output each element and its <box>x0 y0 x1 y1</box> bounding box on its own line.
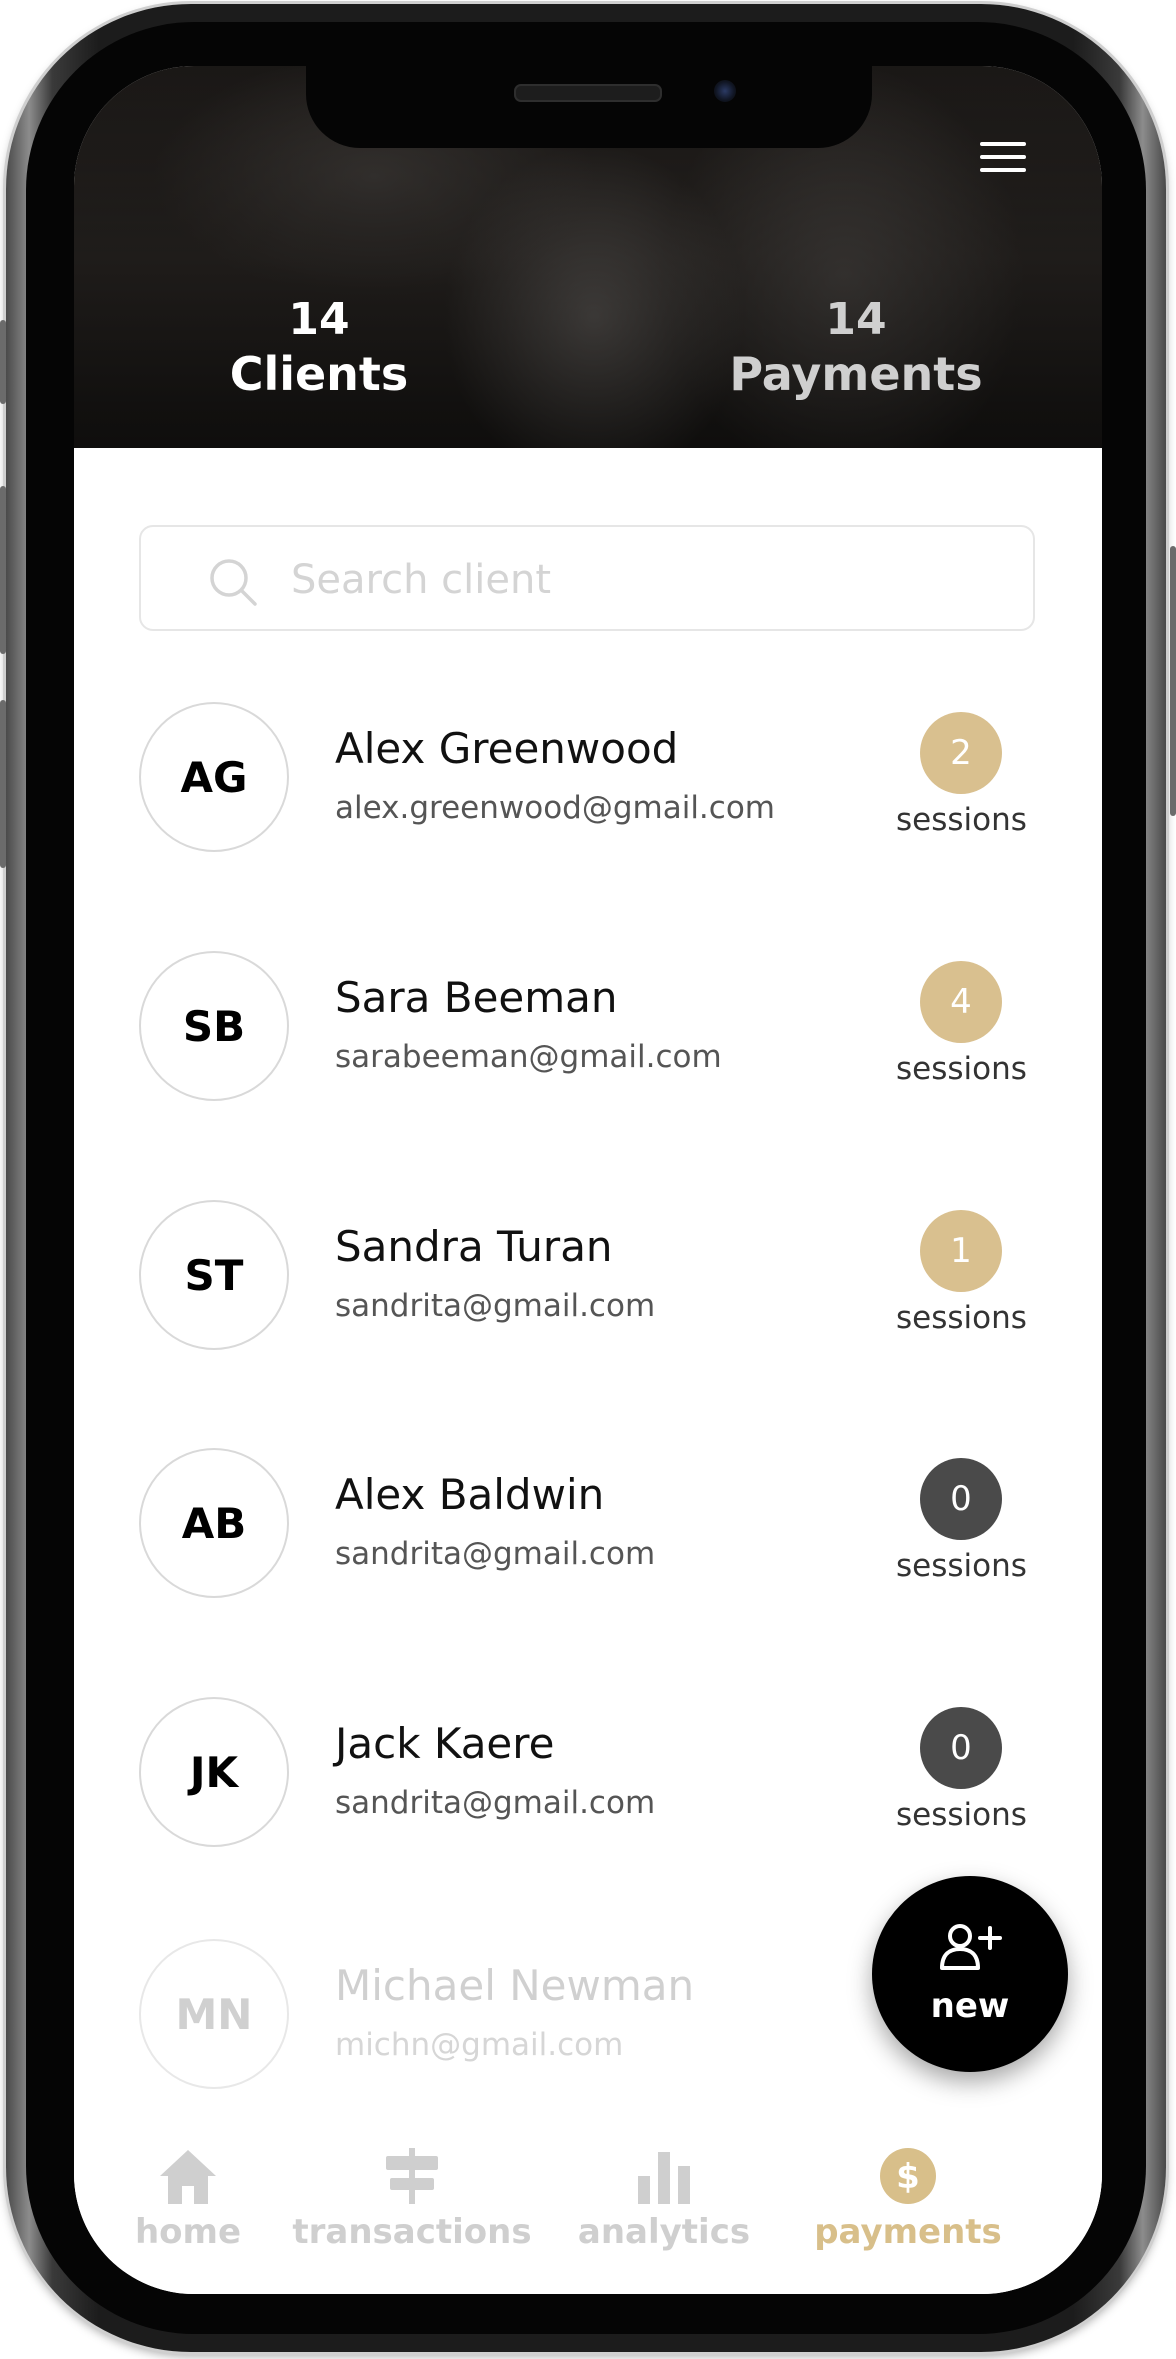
client-row[interactable]: AB Alex Baldwin sandrita@gmail.com 0 ses… <box>74 1448 1102 1608</box>
volume-up-button <box>0 486 6 654</box>
nav-payments-label: payments <box>814 2212 1002 2252</box>
client-name: Sara Beeman <box>335 973 618 1022</box>
front-camera <box>714 80 736 102</box>
client-name: Michael Newman <box>335 1961 695 2010</box>
sessions-indicator: 4 sessions <box>896 961 1027 1087</box>
payments-label: Payments <box>729 346 983 401</box>
search-input[interactable] <box>289 551 993 609</box>
new-button-label: new <box>930 1986 1010 2026</box>
sessions-indicator: 2 sessions <box>896 712 1027 838</box>
client-name: Alex Baldwin <box>335 1470 605 1519</box>
sessions-label: sessions <box>896 1300 1027 1336</box>
avatar: AG <box>139 702 289 852</box>
client-email: sandrita@gmail.com <box>335 1536 656 1572</box>
sessions-label: sessions <box>896 1051 1027 1087</box>
sessions-badge: 2 <box>920 712 1002 794</box>
search-icon <box>210 559 257 606</box>
bottom-nav: home transactions analytics $ payments <box>74 2146 1102 2294</box>
client-email: sandrita@gmail.com <box>335 1288 656 1324</box>
clients-count: 14 <box>288 294 350 345</box>
sessions-badge: 0 <box>920 1458 1002 1540</box>
client-row[interactable]: SB Sara Beeman sarabeeman@gmail.com 4 se… <box>74 951 1102 1111</box>
avatar: MN <box>139 1939 289 2089</box>
nav-analytics-label: analytics <box>577 2212 751 2252</box>
client-email: michn@gmail.com <box>335 2027 624 2063</box>
payments-count: 14 <box>825 294 887 345</box>
client-name: Alex Greenwood <box>335 724 679 773</box>
clients-stat[interactable]: 14 Clients <box>209 294 429 402</box>
new-client-button[interactable]: new <box>872 1876 1068 2072</box>
notch <box>306 66 872 148</box>
client-email: sandrita@gmail.com <box>335 1785 656 1821</box>
client-row[interactable]: ST Sandra Turan sandrita@gmail.com 1 ses… <box>74 1200 1102 1360</box>
nav-transactions[interactable]: transactions <box>292 2146 532 2252</box>
sessions-indicator: 1 sessions <box>896 1210 1027 1336</box>
sessions-badge: 1 <box>920 1210 1002 1292</box>
sessions-label: sessions <box>896 1548 1027 1584</box>
analytics-icon <box>638 2152 690 2204</box>
sessions-label: sessions <box>896 802 1027 838</box>
nav-analytics[interactable]: analytics <box>544 2146 784 2252</box>
sessions-label: sessions <box>896 1797 1027 1833</box>
client-email: sarabeeman@gmail.com <box>335 1039 722 1075</box>
client-row[interactable]: AG Alex Greenwood alex.greenwood@gmail.c… <box>74 702 1102 862</box>
sessions-indicator: 0 sessions <box>896 1707 1027 1833</box>
avatar: SB <box>139 951 289 1101</box>
payments-stat[interactable]: 14 Payments <box>726 294 986 402</box>
client-row[interactable]: JK Jack Kaere sandrita@gmail.com 0 sessi… <box>74 1697 1102 1857</box>
power-button <box>1170 546 1176 816</box>
speaker-grille <box>514 84 662 102</box>
avatar: ST <box>139 1200 289 1350</box>
client-email: alex.greenwood@gmail.com <box>335 790 775 826</box>
home-icon <box>160 2150 216 2204</box>
nav-payments[interactable]: $ payments <box>788 2146 1028 2252</box>
sessions-badge: 4 <box>920 961 1002 1043</box>
dollar-icon: $ <box>880 2148 936 2204</box>
client-name: Sandra Turan <box>335 1222 613 1271</box>
menu-icon[interactable] <box>980 142 1026 176</box>
nav-transactions-label: transactions <box>292 2212 532 2252</box>
svg-text:$: $ <box>896 2157 920 2197</box>
search-box[interactable] <box>139 525 1035 631</box>
clients-label: Clients <box>229 346 409 401</box>
sessions-indicator: 0 sessions <box>896 1458 1027 1584</box>
avatar: JK <box>139 1697 289 1847</box>
sessions-badge: 0 <box>920 1707 1002 1789</box>
nav-home[interactable]: home <box>74 2146 308 2252</box>
avatar: AB <box>139 1448 289 1598</box>
add-user-icon <box>940 1924 1002 1970</box>
app-screen: 14 Clients 14 Payments AG Alex Greenwood… <box>74 66 1102 2294</box>
silent-switch <box>0 320 6 404</box>
client-name: Jack Kaere <box>335 1719 555 1768</box>
nav-home-label: home <box>134 2212 242 2252</box>
volume-down-button <box>0 700 6 868</box>
transactions-icon <box>386 2148 438 2204</box>
